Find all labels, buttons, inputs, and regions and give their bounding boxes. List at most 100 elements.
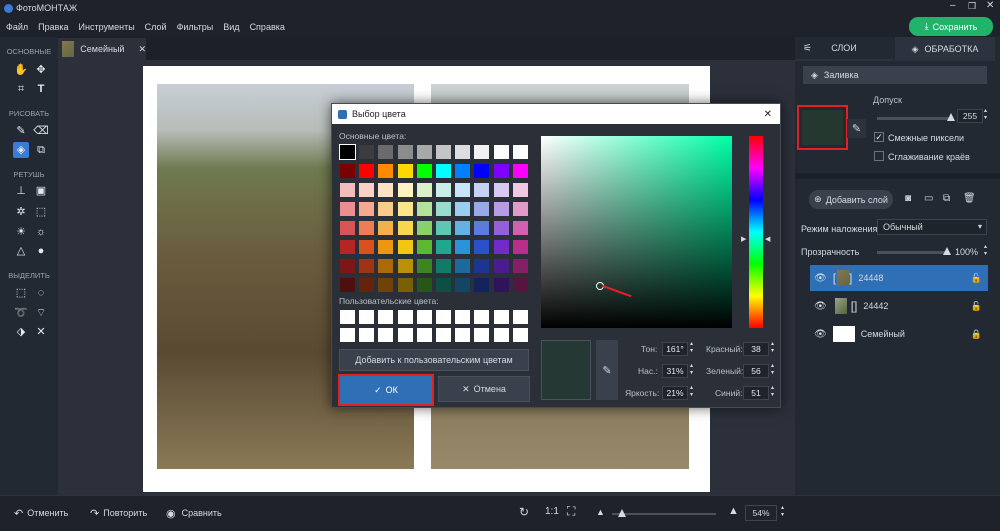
basic-color-swatch[interactable] — [455, 240, 471, 254]
basic-color-swatch[interactable] — [378, 164, 394, 178]
minimize-icon[interactable]: – — [950, 0, 956, 11]
red-stepper[interactable]: ▴ ▾ — [771, 341, 774, 355]
menu-filters[interactable]: Фильтры — [177, 22, 214, 32]
basic-color-swatch[interactable] — [512, 183, 528, 197]
basic-color-swatch[interactable] — [397, 221, 413, 235]
basic-color-swatch[interactable] — [455, 259, 471, 273]
zoom-out-icon[interactable]: ▲ — [596, 507, 605, 517]
opacity-stepper[interactable]: ▴ ▾ — [984, 244, 987, 258]
maximize-icon[interactable]: ❐ — [968, 1, 976, 12]
basic-color-swatch[interactable] — [474, 240, 490, 254]
layer-row[interactable]: 👁 [ ] 24448 🔓 — [810, 265, 988, 291]
add-layer-button[interactable]: ⊕ Добавить слой — [809, 190, 893, 209]
basic-color-swatch[interactable] — [378, 221, 394, 235]
unlock-icon[interactable]: 🔓 — [971, 273, 982, 284]
basic-color-swatch[interactable] — [512, 240, 528, 254]
add-custom-color-button[interactable]: Добавить к пользовательским цветам — [339, 349, 529, 371]
basic-color-swatch[interactable] — [436, 221, 451, 235]
blend-mode-select[interactable]: Обычный ▾ — [877, 219, 987, 235]
blur-tool-icon[interactable]: ● — [33, 243, 49, 259]
basic-color-swatch[interactable] — [378, 183, 394, 197]
custom-color-swatch[interactable] — [378, 328, 394, 342]
basic-color-swatch[interactable] — [340, 259, 355, 273]
tab-layers[interactable]: ⚟ СЛОИ — [795, 37, 893, 61]
fill-button[interactable]: ◈ Заливка — [803, 66, 987, 84]
basic-color-swatch[interactable] — [512, 202, 528, 216]
basic-color-swatch[interactable] — [359, 164, 375, 178]
basic-color-swatch[interactable] — [416, 202, 432, 216]
basic-color-swatch[interactable] — [474, 183, 490, 197]
basic-color-swatch[interactable] — [493, 278, 509, 292]
basic-color-swatch[interactable] — [397, 164, 413, 178]
basic-color-swatch[interactable] — [512, 259, 528, 273]
custom-color-swatch[interactable] — [474, 310, 490, 324]
green-input[interactable]: 56 — [743, 364, 769, 378]
text-tool-icon[interactable]: T — [33, 81, 49, 97]
opacity-slider-thumb[interactable] — [943, 247, 951, 255]
basic-color-swatch[interactable] — [455, 145, 471, 159]
menu-view[interactable]: Вид — [223, 22, 239, 32]
quick-select-icon[interactable]: ⬗ — [13, 324, 29, 340]
basic-color-swatch[interactable] — [340, 221, 355, 235]
basic-color-swatch[interactable] — [436, 164, 451, 178]
magic-wand-icon[interactable]: ✕ — [33, 324, 49, 340]
basic-color-swatch[interactable] — [378, 240, 394, 254]
save-button[interactable]: ⤓ Сохранить — [909, 17, 993, 36]
basic-color-swatch[interactable] — [474, 221, 490, 235]
basic-color-swatch[interactable] — [340, 278, 355, 292]
basic-color-swatch[interactable] — [436, 259, 451, 273]
custom-color-swatch[interactable] — [455, 310, 471, 324]
basic-color-swatch[interactable] — [359, 278, 375, 292]
basic-color-swatch[interactable] — [474, 259, 490, 273]
zoom-in-icon[interactable]: ▲ — [728, 505, 739, 517]
move-tool-icon[interactable]: ✥ — [33, 62, 49, 78]
basic-color-swatch[interactable] — [378, 259, 394, 273]
basic-color-swatch[interactable] — [416, 259, 432, 273]
basic-color-swatch[interactable] — [340, 164, 355, 178]
basic-color-swatch[interactable] — [493, 164, 509, 178]
custom-color-swatch[interactable] — [436, 328, 451, 342]
rotate-icon[interactable]: ↻ — [519, 505, 529, 519]
custom-color-swatch[interactable] — [416, 310, 432, 324]
basic-color-swatch[interactable] — [436, 278, 451, 292]
tolerance-input[interactable]: 255 — [957, 109, 983, 123]
eye-icon[interactable]: 👁 — [814, 329, 827, 340]
custom-color-swatch[interactable] — [416, 328, 432, 342]
basic-color-swatch[interactable] — [455, 202, 471, 216]
crop-tool-icon[interactable]: ⌗ — [13, 81, 29, 97]
zoom-stepper[interactable]: ▴ ▾ — [781, 505, 784, 519]
opacity-slider[interactable] — [877, 247, 951, 255]
shapes-tool-icon[interactable]: ⧉ — [33, 142, 49, 158]
adjacent-pixels-checkbox[interactable]: ✓ — [874, 132, 884, 142]
ok-button[interactable]: ✓ ОК — [338, 374, 434, 406]
basic-color-swatch[interactable] — [493, 183, 509, 197]
brush-tool-icon[interactable]: ✎ — [13, 123, 29, 139]
tolerance-slider-thumb[interactable] — [947, 113, 955, 121]
lock-icon[interactable]: 🔒 — [971, 329, 982, 340]
basic-color-swatch[interactable] — [416, 221, 432, 235]
basic-color-swatch[interactable] — [436, 202, 451, 216]
basic-color-swatch[interactable] — [512, 145, 528, 159]
custom-color-swatch[interactable] — [512, 328, 528, 342]
duplicate-layer-icon[interactable]: ⧉ — [943, 193, 950, 204]
basic-color-swatch[interactable] — [339, 144, 356, 160]
eye-icon[interactable]: 👁 — [814, 273, 827, 284]
custom-color-swatch[interactable] — [493, 310, 509, 324]
basic-color-swatch[interactable] — [512, 221, 528, 235]
redo-button[interactable]: ↷ Повторить — [90, 505, 147, 521]
basic-color-swatch[interactable] — [340, 183, 355, 197]
custom-color-swatch[interactable] — [359, 310, 375, 324]
folder-icon[interactable]: ▭ — [924, 193, 933, 204]
custom-color-swatch[interactable] — [512, 310, 528, 324]
basic-color-swatch[interactable] — [436, 183, 451, 197]
mask-icon[interactable]: ◙ — [905, 193, 911, 204]
document-tab[interactable]: Семейный ✕ — [58, 38, 146, 60]
compare-button[interactable]: ◉ Сравнить — [166, 505, 222, 521]
unlock-icon[interactable]: 🔓 — [971, 301, 982, 312]
basic-color-swatch[interactable] — [378, 145, 394, 159]
custom-color-swatch[interactable] — [493, 328, 509, 342]
basic-color-swatch[interactable] — [512, 164, 528, 178]
basic-color-swatch[interactable] — [397, 259, 413, 273]
close-tab-icon[interactable]: ✕ — [138, 44, 146, 55]
basic-color-swatch[interactable] — [359, 183, 375, 197]
